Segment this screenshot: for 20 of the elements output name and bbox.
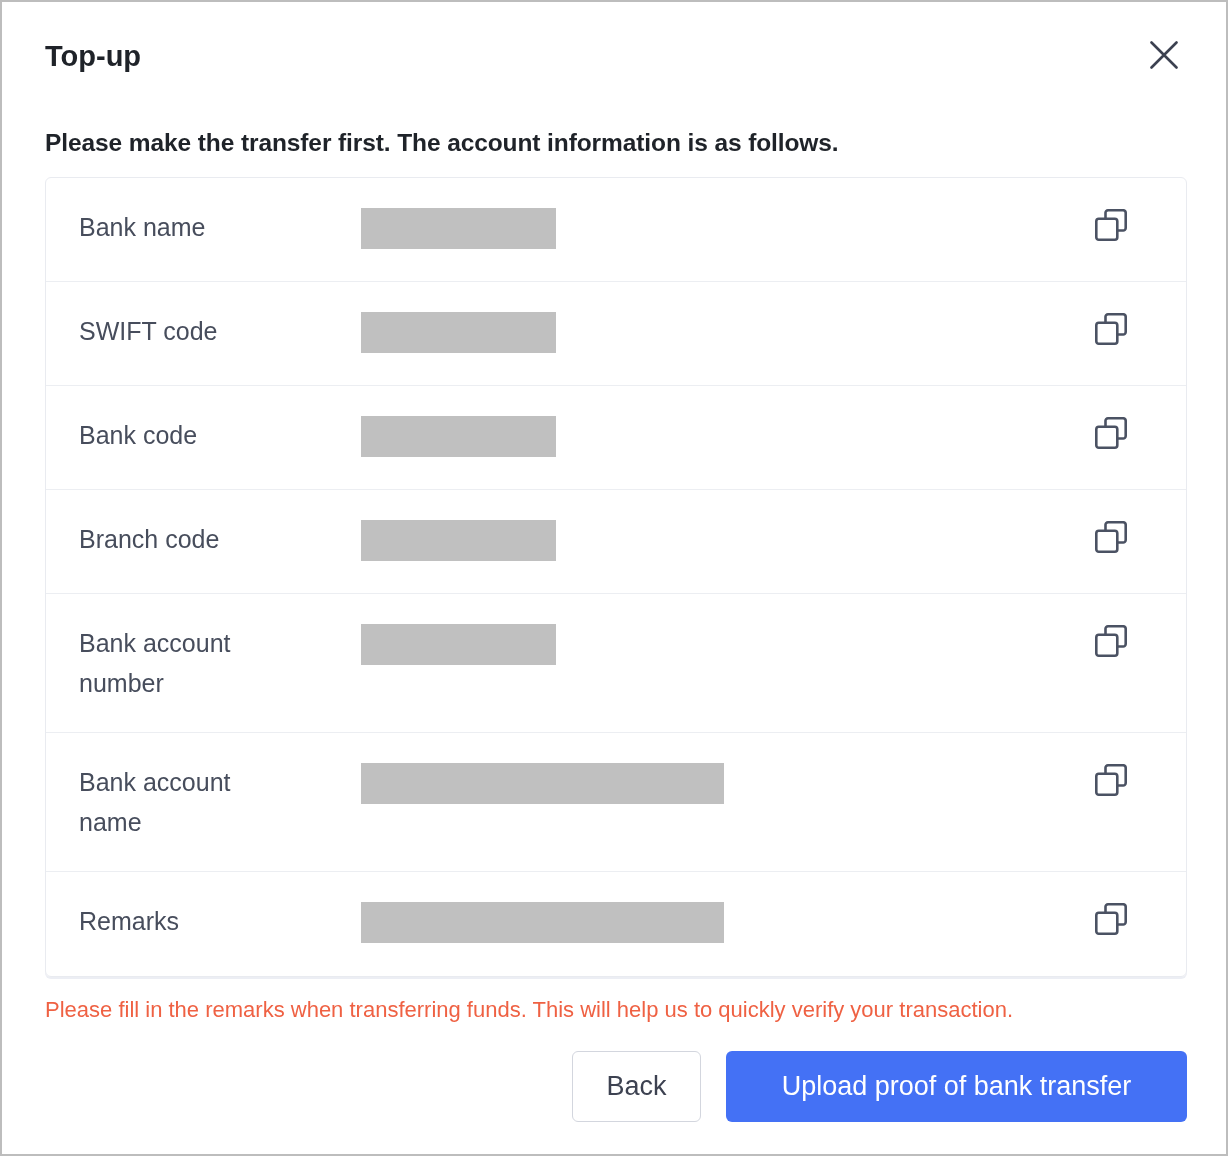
copy-icon[interactable] [1095,313,1127,345]
copy-icon[interactable] [1095,903,1127,935]
field-label: Bank account name [79,767,232,838]
copy-icon[interactable] [1095,521,1127,553]
copy-icon[interactable] [1095,764,1127,796]
upload-button[interactable]: Upload proof of bank transfer [726,1051,1187,1122]
instruction-text: Please make the transfer first. The account information is as follows. [45,128,840,158]
remarks-note: Please fill in the remarks when transferring funds. This will help us to quickly verify your transaction. [45,996,1014,1024]
field-label: Bank account number [79,628,232,699]
close-icon[interactable] [1150,41,1178,69]
field-label: Branch code [79,524,221,555]
field-label: Bank name [79,212,207,243]
copy-icon[interactable] [1095,625,1127,657]
field-label: Remarks [79,906,180,937]
field-label: Bank code [79,420,199,451]
dialog-title: Top-up [45,39,142,74]
copy-icon[interactable] [1095,417,1127,449]
back-button[interactable]: Back [572,1051,701,1122]
field-label: SWIFT code [79,316,219,347]
copy-icon[interactable] [1095,209,1127,241]
